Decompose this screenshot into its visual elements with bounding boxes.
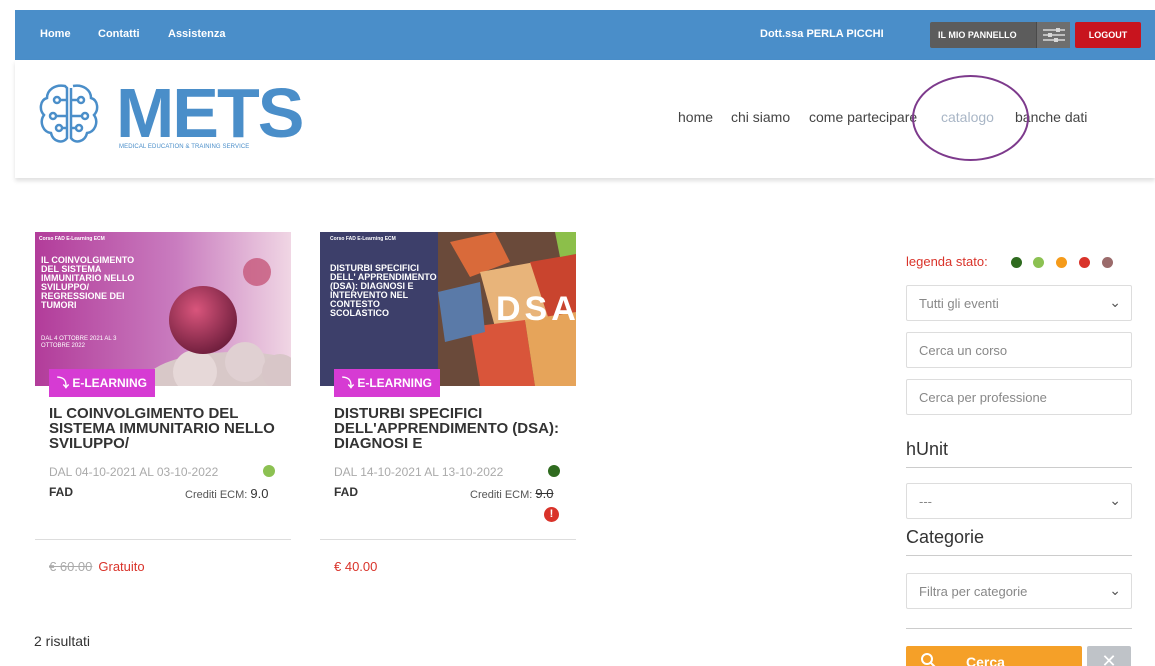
thumb-dates: DAL 4 OTTOBRE 2021 AL 3 OTTOBRE 2022 [41,336,117,349]
megaphone-icon: ⤵ [342,376,358,390]
megaphone-icon: ⤵ [57,376,73,390]
events-select[interactable]: Tutti gli eventi ⌄ [906,285,1132,321]
categories-select-value: Filtra per categorie [919,584,1028,599]
credits-value: 9.0 [250,486,269,501]
thumb-title: DISTURBI SPECIFICI DELL' APPRENDIMENTO (… [330,263,437,318]
badge-label: E-LEARNING [357,376,433,390]
legend-dot [1079,257,1090,268]
categories-select[interactable]: Filtra per categorie ⌄ [906,573,1132,609]
chevron-down-icon: ⌄ [1109,294,1121,310]
search-profession-input[interactable]: Cerca per professione [906,379,1132,415]
status-legend-label: legenda stato: [906,254,988,269]
course-card[interactable]: Corso FAD E-Learning ECM IL COINVOLGIMEN… [35,232,291,574]
course-dates: DAL 14-10-2021 AL 13-10-2022 [334,465,504,479]
brain-circuit-icon[interactable] [35,80,103,153]
nav-come-partecipare[interactable]: come partecipare [809,109,917,125]
course-price: € 40.00 [334,559,377,574]
top-bar: Home Contatti Assistenza Dott.ssa PERLA … [15,10,1155,60]
top-link-home[interactable]: Home [40,28,71,40]
course-thumbnail[interactable]: Corso FAD E-Learning ECM IL COINVOLGIMEN… [35,232,291,386]
my-panel-button[interactable]: IL MIO PANNELLO [930,22,1070,48]
card-divider [320,539,576,540]
current-price: Gratuito [98,559,145,574]
clear-button[interactable]: ✕ [1087,646,1131,666]
my-panel-label: IL MIO PANNELLO [938,30,1017,40]
current-price: € 40.00 [334,559,378,574]
search-course-placeholder: Cerca un corso [919,343,1008,358]
hunit-select[interactable]: --- ⌄ [906,483,1132,519]
course-card[interactable]: Corso FAD E-Learning ECM DISTURBI SPECIF… [320,232,576,574]
search-course-input[interactable]: Cerca un corso [906,332,1132,368]
thumb-title: IL COINVOLGIMENTO DEL SISTEMA IMMUNITARI… [41,255,135,310]
search-button[interactable]: Cerca [906,646,1082,666]
events-select-value: Tutti gli eventi [919,296,999,311]
credits-label: Crediti ECM: [185,489,248,501]
chevron-down-icon: ⌄ [1109,582,1121,598]
logo-wordmark[interactable]: METS [116,78,304,148]
course-dates: DAL 04-10-2021 AL 03-10-2022 [49,465,219,479]
course-mode: FAD [334,485,358,499]
status-dot [548,465,560,477]
section-divider [906,628,1132,629]
thumb-label: Corso FAD E-Learning ECM [330,236,396,242]
old-price: € 60.00 [49,559,93,574]
hunit-select-value: --- [919,494,932,509]
sliders-icon [1036,22,1070,48]
search-icon [920,652,938,666]
e-learning-badge: ⤵ E-LEARNING [334,369,441,397]
logout-button[interactable]: LOGOUT [1075,22,1141,48]
course-title[interactable]: DISTURBI SPECIFICI DELL'APPRENDIMENTO (D… [334,406,564,451]
credits-label: Crediti ECM: [470,489,533,501]
credits-value: 9.0 [535,486,554,501]
e-learning-badge: ⤵ E-LEARNING [49,369,156,397]
highlight-circle-annotation [912,75,1029,161]
nav-home[interactable]: home [678,109,713,125]
section-divider [906,467,1132,468]
course-credits: Crediti ECM: 9.0 [470,486,553,501]
hunit-title: hUnit [906,439,949,459]
nav-chi-siamo[interactable]: chi siamo [731,109,790,125]
status-dot [263,465,275,477]
user-name[interactable]: Dott.ssa PERLA PICCHI [760,28,884,40]
legend-dot [1102,257,1113,268]
course-mode: FAD [49,485,73,499]
close-icon: ✕ [1101,651,1117,666]
results-count: 2 risultati [34,633,91,649]
badge-label: E-LEARNING [72,376,148,390]
legend-dot [1011,257,1022,268]
course-thumbnail[interactable]: Corso FAD E-Learning ECM DISTURBI SPECIF… [320,232,576,386]
card-divider [35,539,291,540]
warning-icon[interactable]: ! [544,507,559,522]
legend-dot [1056,257,1067,268]
thumb-label: Corso FAD E-Learning ECM [39,236,105,242]
categories-title: Categorie [906,527,985,547]
course-credits: Crediti ECM: 9.0 [185,486,268,501]
top-link-assistenza[interactable]: Assistenza [168,28,225,40]
search-profession-placeholder: Cerca per professione [919,390,1047,405]
thumb-blocks-text: DSA [496,290,576,328]
course-price: € 60.00 Gratuito [49,559,145,574]
chevron-down-icon: ⌄ [1109,492,1121,508]
top-link-contatti[interactable]: Contatti [98,28,140,40]
course-title[interactable]: IL COINVOLGIMENTO DEL SISTEMA IMMUNITARI… [49,406,279,451]
search-button-label: Cerca [966,654,1005,666]
logo-tagline: MEDICAL EDUCATION & TRAINING SERVICE [119,144,250,150]
legend-dot [1033,257,1044,268]
section-divider [906,555,1132,556]
